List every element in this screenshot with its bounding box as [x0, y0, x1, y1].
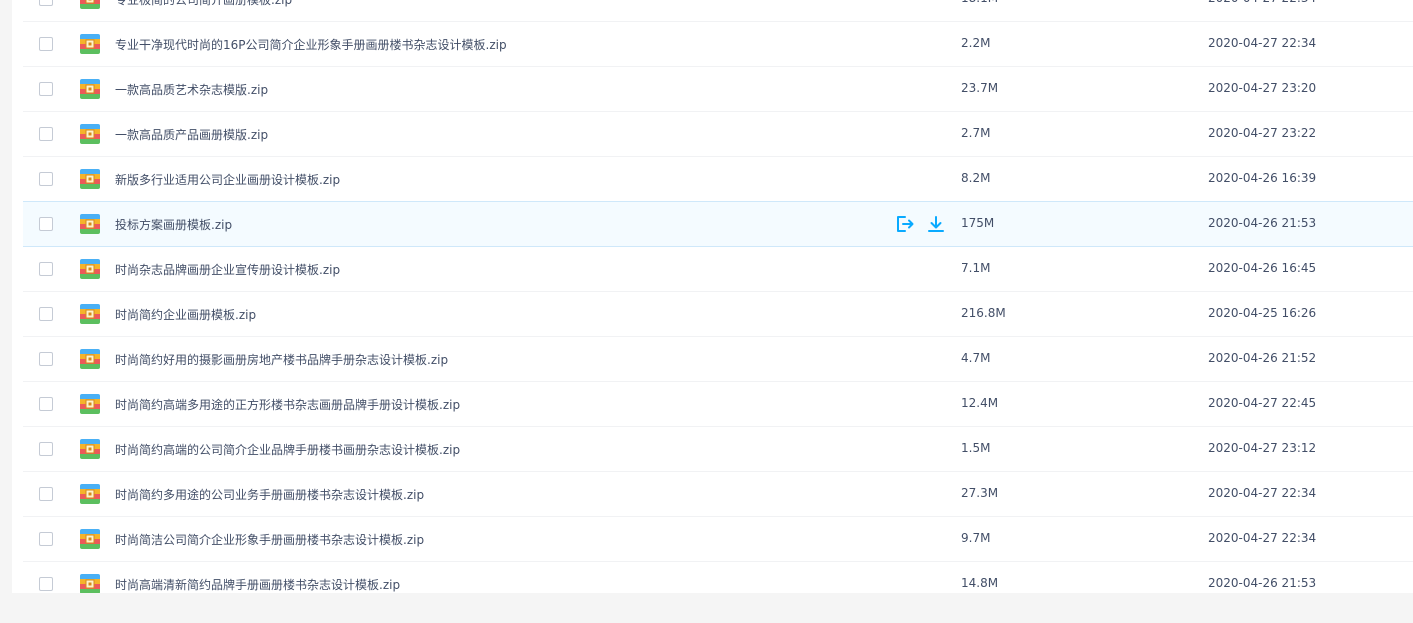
modified-time: 2020-04-27 22:34 — [1208, 36, 1317, 50]
zip-archive-icon — [80, 214, 100, 234]
row-checkbox[interactable] — [39, 577, 53, 591]
row-checkbox[interactable] — [39, 127, 53, 141]
file-row[interactable]: 时尚简约高端多用途的正方形楼书杂志画册品牌手册设计模板.zip 12.4M 2020… — [23, 382, 1413, 427]
zip-archive-icon — [80, 169, 100, 189]
file-row[interactable]: 新版多行业适用公司企业画册设计模板.zip 8.2M 2020-04-26 16:3… — [23, 157, 1413, 202]
file-row[interactable]: 一款高品质艺术杂志模版.zip 23.7M 2020-04-27 23:20 — [23, 67, 1413, 112]
file-row[interactable]: 时尚简约高端的公司简介企业品牌手册楼书画册杂志设计模板.zip 1.5M 2020-… — [23, 427, 1413, 472]
file-row[interactable]: 时尚简约好用的摄影画册房地产楼书品牌手册杂志设计模板.zip 4.7M 2020-0… — [23, 337, 1413, 382]
modified-time: 2020-04-26 21:52 — [1208, 351, 1317, 365]
zip-archive-icon — [80, 439, 100, 459]
row-checkbox[interactable] — [39, 172, 53, 186]
row-checkbox[interactable] — [39, 0, 53, 6]
modified-time: 2020-04-27 23:12 — [1208, 441, 1317, 455]
file-size: 9.7M — [961, 531, 991, 545]
file-size: 4.7M — [961, 351, 991, 365]
file-name-link[interactable]: 时尚简约企业画册模板.zip — [115, 306, 256, 323]
modified-time: 2020-04-27 22:34 — [1208, 0, 1316, 5]
file-name-link[interactable]: 一款高品质产品画册模版.zip — [115, 126, 268, 143]
file-name-link[interactable]: 时尚杂志品牌画册企业宣传册设计模板.zip — [115, 261, 340, 278]
zip-archive-icon — [80, 0, 100, 9]
file-size: 1.5M — [961, 441, 991, 455]
row-checkbox[interactable] — [39, 37, 53, 51]
file-row[interactable]: 时尚高端清新简约品牌手册画册楼书杂志设计模板.zip 14.8M 2020-04-2… — [23, 562, 1413, 593]
file-size: 23.7M — [961, 81, 999, 95]
row-checkbox[interactable] — [39, 82, 53, 96]
file-name-link[interactable]: 时尚高端清新简约品牌手册画册楼书杂志设计模板.zip — [115, 576, 400, 593]
download-icon[interactable] — [926, 214, 946, 234]
file-name-link[interactable]: 专业极简的公司简介画册模板.zip — [115, 0, 292, 8]
file-size: 14.8M — [961, 576, 999, 590]
file-list-panel: 专业极简的公司简介画册模板.zip18.1M2020-04-27 22:34专业… — [12, 0, 1413, 593]
row-checkbox[interactable] — [39, 262, 53, 276]
file-row[interactable]: 时尚杂志品牌画册企业宣传册设计模板.zip 7.1M 2020-04-26 16:4… — [23, 247, 1413, 292]
file-row[interactable]: 一款高品质产品画册模版.zip 2.7M 2020-04-27 23:22 — [23, 112, 1413, 157]
row-checkbox[interactable] — [39, 487, 53, 501]
modified-time: 2020-04-27 23:20 — [1208, 81, 1317, 95]
row-checkbox[interactable] — [39, 532, 53, 546]
file-size: 216.8M — [961, 306, 1006, 320]
file-name-link[interactable]: 投标方案画册模板.zip — [115, 216, 232, 233]
modified-time: 2020-04-26 21:53 — [1208, 216, 1317, 230]
zip-archive-icon — [80, 34, 100, 54]
file-row[interactable]: 时尚简约企业画册模板.zip 216.8M 2020-04-25 16:26 — [23, 292, 1413, 337]
modified-time: 2020-04-27 23:22 — [1208, 126, 1317, 140]
file-name-link[interactable]: 时尚简约好用的摄影画册房地产楼书品牌手册杂志设计模板.zip — [115, 351, 448, 368]
modified-time: 2020-04-26 16:45 — [1208, 261, 1317, 275]
file-list: 专业极简的公司简介画册模板.zip18.1M2020-04-27 22:34专业… — [12, 0, 1413, 593]
row-checkbox[interactable] — [39, 217, 53, 231]
modified-time: 2020-04-27 22:45 — [1208, 396, 1317, 410]
zip-archive-icon — [80, 574, 100, 593]
zip-archive-icon — [80, 79, 100, 99]
file-name-link[interactable]: 时尚简约多用途的公司业务手册画册楼书杂志设计模板.zip — [115, 486, 424, 503]
file-size: 8.2M — [961, 171, 991, 185]
zip-archive-icon — [80, 124, 100, 144]
zip-archive-icon — [80, 304, 100, 324]
file-name-link[interactable]: 专业干净现代时尚的16P公司简介企业形象手册画册楼书杂志设计模板.zip — [115, 36, 507, 53]
file-size: 2.7M — [961, 126, 991, 140]
modified-time: 2020-04-26 21:53 — [1208, 576, 1317, 590]
file-name-link[interactable]: 时尚简洁公司简介企业形象手册画册楼书杂志设计模板.zip — [115, 531, 424, 548]
zip-archive-icon — [80, 394, 100, 414]
file-size: 12.4M — [961, 396, 999, 410]
file-name-link[interactable]: 新版多行业适用公司企业画册设计模板.zip — [115, 171, 340, 188]
zip-archive-icon — [80, 349, 100, 369]
zip-archive-icon — [80, 529, 100, 549]
file-row[interactable]: 投标方案画册模板.zip 175M 2020-04-26 21:53 — [23, 201, 1413, 247]
file-row[interactable]: 专业极简的公司简介画册模板.zip 18.1M 2020-04-27 22:34 — [23, 0, 1413, 22]
file-size: 18.1M — [961, 0, 998, 5]
file-name-link[interactable]: 时尚简约高端多用途的正方形楼书杂志画册品牌手册设计模板.zip — [115, 396, 460, 413]
row-checkbox[interactable] — [39, 397, 53, 411]
file-row[interactable]: 时尚简洁公司简介企业形象手册画册楼书杂志设计模板.zip 9.7M 2020-04-… — [23, 517, 1413, 562]
zip-archive-icon — [80, 484, 100, 504]
file-name-link[interactable]: 一款高品质艺术杂志模版.zip — [115, 81, 268, 98]
row-checkbox[interactable] — [39, 352, 53, 366]
share-export-icon[interactable] — [894, 214, 914, 234]
modified-time: 2020-04-25 16:26 — [1208, 306, 1317, 320]
file-row[interactable]: 专业干净现代时尚的16P公司简介企业形象手册画册楼书杂志设计模板.zip 2.2M… — [23, 22, 1413, 67]
modified-time: 2020-04-27 22:34 — [1208, 531, 1317, 545]
row-checkbox[interactable] — [39, 307, 53, 321]
file-row[interactable]: 时尚简约多用途的公司业务手册画册楼书杂志设计模板.zip 27.3M 2020-04… — [23, 472, 1413, 517]
file-size: 7.1M — [961, 261, 991, 275]
file-size: 2.2M — [961, 36, 991, 50]
file-size: 175M — [961, 216, 995, 230]
modified-time: 2020-04-26 16:39 — [1208, 171, 1317, 185]
modified-time: 2020-04-27 22:34 — [1208, 486, 1317, 500]
row-checkbox[interactable] — [39, 442, 53, 456]
file-name-link[interactable]: 时尚简约高端的公司简介企业品牌手册楼书画册杂志设计模板.zip — [115, 441, 460, 458]
zip-archive-icon — [80, 259, 100, 279]
file-size: 27.3M — [961, 486, 999, 500]
